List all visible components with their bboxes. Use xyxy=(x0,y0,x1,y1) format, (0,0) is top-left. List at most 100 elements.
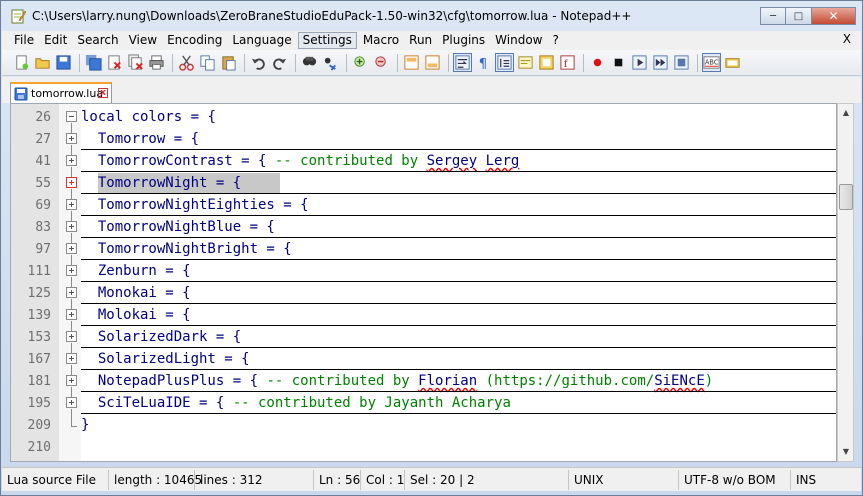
record-macro-button[interactable] xyxy=(588,53,607,72)
code-comment: ) xyxy=(704,373,714,389)
menu-search[interactable]: Search xyxy=(73,32,122,49)
menu-view[interactable]: View xyxy=(125,32,161,49)
menu-language[interactable]: Language xyxy=(228,32,295,49)
menu-help[interactable]: ? xyxy=(548,32,562,49)
maximize-button[interactable]: □ xyxy=(786,7,812,25)
fold-expand-icon[interactable] xyxy=(66,397,77,408)
menu-plugins[interactable]: Plugins xyxy=(438,32,489,49)
code-token: NotepadPlusPlus = { xyxy=(81,373,267,389)
line-number: 26 xyxy=(35,110,51,125)
scroll-down-icon[interactable]: ▼ xyxy=(839,444,853,460)
code-line[interactable]: 195 SciTeLuaIDE = { -- contributed by Ja… xyxy=(11,392,836,414)
title-bar[interactable]: C:\Users\larry.nung\Downloads\ZeroBraneS… xyxy=(1,1,862,31)
paste-button[interactable] xyxy=(219,53,238,72)
code-editor[interactable]: 26 local colors = {27 Tomorrow = {41 Tomo… xyxy=(10,103,837,462)
code-line[interactable]: 125 Monokai = { xyxy=(11,282,836,304)
fold-expand-icon[interactable] xyxy=(66,265,77,276)
zoom-out-button[interactable] xyxy=(372,53,391,72)
save-button[interactable] xyxy=(54,53,73,72)
replace-button[interactable] xyxy=(321,53,340,72)
save-icon xyxy=(56,55,71,70)
fold-collapse-icon[interactable] xyxy=(66,111,77,122)
code-line[interactable]: 139 Molokai = { xyxy=(11,304,836,326)
fold-expand-icon[interactable] xyxy=(66,331,77,342)
fold-expand-icon[interactable] xyxy=(66,155,77,166)
close-button[interactable] xyxy=(105,53,124,72)
code-line[interactable]: 181 NotepadPlusPlus = { -- contributed b… xyxy=(11,370,836,392)
code-line[interactable]: 27 Tomorrow = { xyxy=(11,128,836,150)
code-line[interactable]: 167 SolarizedLight = { xyxy=(11,348,836,370)
menu-window[interactable]: Window xyxy=(491,32,546,49)
code-line[interactable]: 83 TomorrowNightBlue = { xyxy=(11,216,836,238)
close-all-button[interactable] xyxy=(126,53,145,72)
minimize-button[interactable]: ─ xyxy=(760,7,786,25)
fold-expand-icon[interactable] xyxy=(66,353,77,364)
line-number: 195 xyxy=(27,396,51,411)
cut-button[interactable] xyxy=(177,53,196,72)
menu-encoding[interactable]: Encoding xyxy=(163,32,226,49)
spelling-error-word: Florian xyxy=(418,373,478,389)
save-macro-button[interactable] xyxy=(672,53,691,72)
code-line[interactable]: 55 TomorrowNight = { xyxy=(11,172,836,194)
sync-horizontal-button[interactable] xyxy=(423,53,442,72)
fold-expand-icon[interactable] xyxy=(66,243,77,254)
print-button[interactable] xyxy=(147,53,166,72)
code-line[interactable]: 153 SolarizedDark = { xyxy=(11,326,836,348)
fold-expand-icon[interactable] xyxy=(66,199,77,210)
code-token: SolarizedLight = { xyxy=(81,351,250,367)
tab-close-button[interactable]: x xyxy=(98,88,108,98)
code-line[interactable]: 69 TomorrowNightEighties = { xyxy=(11,194,836,216)
redo-button[interactable] xyxy=(270,53,289,72)
spell-check-options-button[interactable] xyxy=(723,53,742,72)
stop-record-button[interactable] xyxy=(609,53,628,72)
show-all-chars-button[interactable]: ¶ xyxy=(474,53,493,72)
save-all-button[interactable] xyxy=(84,53,103,72)
fold-connector xyxy=(71,304,72,309)
close-document-button[interactable]: X xyxy=(843,32,851,46)
code-line[interactable]: 210 xyxy=(11,436,836,458)
tab-tomorrow-lua[interactable]: tomorrow.lua x xyxy=(10,82,112,103)
scroll-thumb[interactable] xyxy=(839,184,853,210)
run-macro-multiple-button[interactable] xyxy=(651,53,670,72)
fold-expand-icon[interactable] xyxy=(66,221,77,232)
code-line[interactable]: 111 Zenburn = { xyxy=(11,260,836,282)
code-line[interactable]: 97 TomorrowNightBright = { xyxy=(11,238,836,260)
scroll-up-icon[interactable]: ▲ xyxy=(839,105,853,121)
play-macro-button[interactable] xyxy=(630,53,649,72)
fold-expand-icon[interactable] xyxy=(66,375,77,386)
code-token: colors = { xyxy=(123,109,216,125)
menu-edit[interactable]: Edit xyxy=(40,32,71,49)
line-number: 167 xyxy=(27,352,51,367)
spell-check-button[interactable]: ABC xyxy=(702,53,721,72)
code-line[interactable]: 209} xyxy=(11,414,836,436)
zoom-in-button[interactable] xyxy=(351,53,370,72)
fold-expand-icon[interactable] xyxy=(66,177,77,188)
menu-settings[interactable]: Settings xyxy=(297,32,357,49)
fold-expand-icon[interactable] xyxy=(66,133,77,144)
indent-guide-button[interactable] xyxy=(495,53,514,72)
code-token: Zenburn = { xyxy=(81,263,191,279)
user-lang-icon xyxy=(518,56,533,69)
user-lang-button[interactable] xyxy=(516,53,535,72)
function-list-button[interactable]: f xyxy=(558,53,577,72)
menu-file[interactable]: File xyxy=(10,32,38,49)
close-button[interactable]: ✕ xyxy=(812,7,856,25)
doc-map-button[interactable] xyxy=(537,53,556,72)
vertical-scrollbar[interactable]: ▲ ▼ xyxy=(837,103,854,462)
undo-button[interactable] xyxy=(249,53,268,72)
fold-expand-icon[interactable] xyxy=(66,309,77,320)
word-wrap-button[interactable] xyxy=(453,53,472,72)
fold-expand-icon[interactable] xyxy=(66,287,77,298)
play-macro-icon xyxy=(632,55,647,70)
code-line[interactable]: 41 TomorrowContrast = { -- contributed b… xyxy=(11,150,836,172)
find-button[interactable] xyxy=(300,53,319,72)
sync-vertical-button[interactable] xyxy=(402,53,421,72)
menu-run[interactable]: Run xyxy=(405,32,436,49)
toolbar-separator xyxy=(397,53,398,72)
code-line[interactable]: 26 local colors = { xyxy=(11,106,836,128)
copy-button[interactable] xyxy=(198,53,217,72)
new-file-button[interactable] xyxy=(12,53,31,72)
open-file-button[interactable] xyxy=(33,53,52,72)
code-text: Molokai = { xyxy=(81,307,191,323)
menu-macro[interactable]: Macro xyxy=(359,32,403,49)
